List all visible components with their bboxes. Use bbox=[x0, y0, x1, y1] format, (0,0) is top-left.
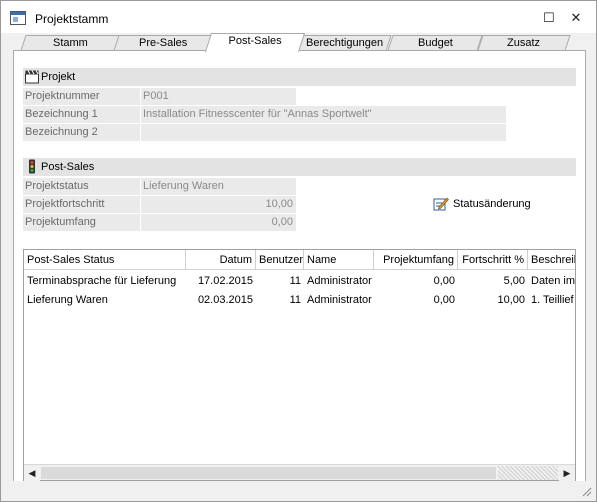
close-button[interactable]: ✕ bbox=[565, 7, 587, 29]
scrollbar-thumb[interactable] bbox=[41, 467, 496, 479]
bezeichnung2-label: Bezeichnung 2 bbox=[23, 124, 140, 141]
cell-benutzer: 11 bbox=[289, 294, 301, 306]
grid-header: Post-Sales Status Datum Benutzer Name Pr… bbox=[24, 250, 575, 270]
table-row[interactable]: Terminabsprache für Lieferung 17.02.2015… bbox=[24, 272, 575, 291]
column-header-benutzer[interactable]: Benutzer bbox=[256, 250, 304, 270]
cell-fortschritt: 5,00 bbox=[503, 275, 525, 287]
scroll-left-button[interactable]: ◀ bbox=[24, 465, 40, 481]
cell-benutzer: 11 bbox=[289, 275, 301, 287]
projektstamm-window: Projektstamm ☐ ✕ Stamm Pre-Sales Post-Sa… bbox=[0, 0, 597, 502]
maximize-button[interactable]: ☐ bbox=[538, 7, 560, 29]
column-header-datum[interactable]: Datum bbox=[186, 250, 256, 270]
column-header-beschreibung[interactable]: Beschreib bbox=[528, 250, 575, 270]
pen-edit-icon bbox=[433, 197, 449, 211]
projektnummer-field[interactable]: P001 bbox=[141, 88, 296, 105]
tab-budget[interactable]: Budget bbox=[387, 35, 483, 51]
tab-label: Budget bbox=[417, 37, 453, 49]
cell-datum: 17.02.2015 bbox=[197, 275, 253, 287]
tab-bar: Stamm Pre-Sales Post-Sales Berechtigunge… bbox=[1, 33, 596, 52]
cell-status: Terminabsprache für Lieferung bbox=[27, 275, 177, 287]
cell-datum: 02.03.2015 bbox=[197, 294, 253, 306]
bezeichnung1-field[interactable]: Installation Fitnesscenter für "Annas Sp… bbox=[141, 106, 506, 123]
cell-projektumfang: 0,00 bbox=[433, 294, 455, 306]
tab-post-sales[interactable]: Post-Sales bbox=[204, 33, 306, 52]
projektstatus-field[interactable]: Lieferung Waren bbox=[141, 178, 296, 195]
cell-beschreibung: Daten im bbox=[531, 275, 575, 287]
tab-label: Stamm bbox=[52, 37, 88, 49]
cell-name: Administrator bbox=[307, 275, 372, 287]
horizontal-scrollbar[interactable]: ◀ ▶ bbox=[24, 464, 575, 481]
tab-label: Zusatz bbox=[507, 37, 541, 49]
projektnummer-label: Projektnummer bbox=[23, 88, 140, 105]
cell-name: Administrator bbox=[307, 294, 372, 306]
tab-label: Pre-Sales bbox=[138, 37, 188, 49]
cell-fortschritt: 10,00 bbox=[497, 294, 525, 306]
bezeichnung1-label: Bezeichnung 1 bbox=[23, 106, 140, 123]
scroll-right-button[interactable]: ▶ bbox=[559, 465, 575, 481]
post-sales-section-title: Post-Sales bbox=[41, 161, 95, 173]
column-header-status[interactable]: Post-Sales Status bbox=[24, 250, 186, 270]
projektumfang-label: Projektumfang bbox=[23, 214, 140, 231]
window-app-icon bbox=[10, 11, 26, 25]
post-sales-section-header: Post-Sales bbox=[23, 158, 576, 176]
clapperboard-icon bbox=[25, 70, 39, 84]
post-sales-status-grid[interactable]: Post-Sales Status Datum Benutzer Name Pr… bbox=[23, 249, 576, 481]
tab-pre-sales[interactable]: Pre-Sales bbox=[113, 35, 213, 51]
projektfortschritt-field[interactable]: 10,00 bbox=[141, 196, 296, 213]
table-row[interactable]: Lieferung Waren 02.03.2015 11 Administra… bbox=[24, 291, 575, 310]
cell-status: Lieferung Waren bbox=[27, 294, 108, 306]
traffic-light-icon bbox=[29, 159, 35, 174]
cell-beschreibung: 1. Teillief bbox=[531, 294, 574, 306]
tab-berechtigungen[interactable]: Berechtigungen bbox=[298, 35, 392, 51]
tab-stamm[interactable]: Stamm bbox=[20, 35, 120, 51]
window-title: Projektstamm bbox=[35, 12, 109, 26]
cell-projektumfang: 0,00 bbox=[433, 275, 455, 287]
column-header-name[interactable]: Name bbox=[304, 250, 374, 270]
projektumfang-field[interactable]: 0,00 bbox=[141, 214, 296, 231]
projekt-section-header: Projekt bbox=[23, 68, 576, 86]
column-header-fortschritt[interactable]: Fortschritt % bbox=[458, 250, 528, 270]
scrollbar-track bbox=[498, 466, 558, 480]
tab-label: Berechtigungen bbox=[306, 37, 384, 49]
bezeichnung2-field[interactable] bbox=[141, 124, 506, 141]
projektfortschritt-label: Projektfortschritt bbox=[23, 196, 140, 213]
tab-zusatz[interactable]: Zusatz bbox=[477, 35, 571, 51]
statusaenderung-label: Statusänderung bbox=[453, 198, 531, 210]
projekt-section-title: Projekt bbox=[41, 71, 76, 83]
resize-grip-icon[interactable] bbox=[580, 485, 592, 497]
column-header-projektumfang[interactable]: Projektumfang bbox=[374, 250, 458, 270]
projektstatus-label: Projektstatus bbox=[23, 178, 140, 195]
tab-label: Post-Sales bbox=[228, 35, 283, 47]
title-bar: Projektstamm ☐ ✕ bbox=[1, 1, 596, 33]
